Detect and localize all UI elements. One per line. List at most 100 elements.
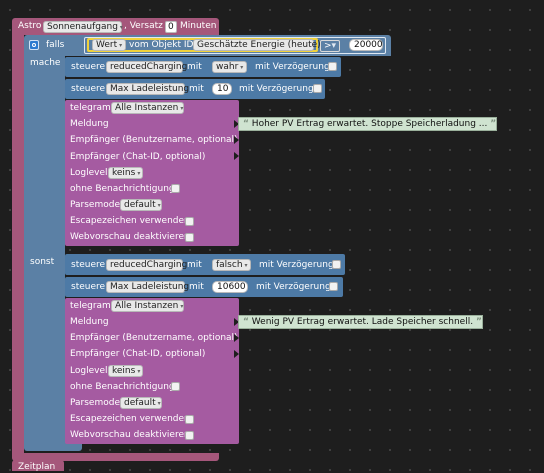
else-telegram-preview-label: Webvorschau deaktivieren	[70, 430, 190, 440]
then-control1-object[interactable]: reducedCharging	[106, 61, 187, 73]
else-control2-delay-checkbox[interactable]	[329, 282, 338, 291]
else-telegram-empfaenger-user-label: Empfänger (Benutzername, optional)	[70, 333, 238, 343]
then-telegram-parsemode-dropdown[interactable]: default ▾	[120, 199, 162, 211]
if-falls-label: falls	[46, 40, 65, 50]
else-message-text[interactable]: Wenig PV Ertrag erwartet. Lade Speicher …	[252, 317, 473, 327]
zeitplan-label: Zeitplan	[18, 462, 56, 472]
then-control1-value: wahr	[216, 62, 239, 72]
then-telegram-silent-checkbox[interactable]	[171, 184, 180, 193]
then-telegram-label: telegram	[70, 103, 111, 113]
quote-open-icon: “	[243, 119, 249, 129]
then-telegram-instances-dropdown[interactable]: Alle Instanzen ▾	[111, 102, 184, 114]
condition-object-field[interactable]: Geschätzte Energie (heute)	[193, 39, 321, 51]
else-telegram-parsemode-label: Parsemode	[70, 398, 120, 408]
then-control1-delay-label: mit Verzögerung	[255, 62, 330, 72]
if-sonst-label: sonst	[30, 257, 55, 267]
chevron-down-icon: ▾	[244, 262, 248, 269]
astro-block-left-rail	[12, 35, 24, 455]
astro-event-dropdown[interactable]: Sonnenaufgang ▾	[43, 21, 123, 33]
chevron-down-icon: ▾	[119, 24, 123, 31]
else-telegram-meldung-label: Meldung	[70, 317, 109, 327]
condition-wert-value: Wert	[96, 40, 118, 50]
then-control1-label: steuere	[71, 62, 106, 72]
quote-open-icon: “	[243, 317, 249, 327]
then-telegram-loglevel-dropdown[interactable]: keins ▾	[108, 167, 143, 179]
then-message-string-block[interactable]: “ Hoher PV Ertrag erwartet. Stoppe Speic…	[238, 117, 497, 131]
chevron-down-icon: ▾	[180, 303, 184, 310]
else-telegram-empfaenger-chat-label: Empfänger (Chat-ID, optional)	[70, 349, 206, 359]
astro-event-value: Sonnenaufgang	[47, 22, 118, 32]
then-telegram-empfaenger-chat-connector	[234, 152, 239, 160]
gear-icon[interactable]	[29, 40, 39, 50]
else-telegram-escape-checkbox[interactable]	[185, 415, 194, 424]
chevron-down-icon: ▾	[240, 64, 244, 71]
then-control2-label: steuere	[71, 84, 106, 94]
then-telegram-parsemode-value: default	[124, 200, 156, 210]
then-telegram-meldung-label: Meldung	[70, 119, 109, 129]
chevron-down-icon: ▾	[331, 41, 337, 51]
then-telegram-preview-checkbox[interactable]	[185, 233, 194, 242]
else-control1-delay-checkbox[interactable]	[332, 260, 341, 269]
else-control2-object[interactable]: Max Ladeleistung	[106, 281, 189, 293]
then-telegram-empfaenger-user-label: Empfänger (Benutzername, optional)	[70, 135, 238, 145]
else-control1-value-dropdown[interactable]: falsch ▾	[212, 259, 251, 271]
chevron-down-icon: ▾	[137, 170, 141, 177]
chevron-down-icon: ▾	[180, 105, 184, 112]
else-telegram-empfaenger-user-connector	[234, 334, 239, 342]
else-telegram-empfaenger-chat-connector	[234, 350, 239, 358]
else-telegram-preview-checkbox[interactable]	[185, 431, 194, 440]
else-telegram-silent-checkbox[interactable]	[171, 382, 180, 391]
chevron-down-icon: ▾	[137, 368, 141, 375]
astro-label: Astro	[18, 21, 42, 31]
chevron-down-icon: ▾	[157, 202, 161, 209]
then-control1-mit-label: mit	[187, 62, 202, 72]
else-control2-label: steuere	[71, 282, 106, 292]
then-telegram-silent-label: ohne Benachrichtigung	[70, 184, 175, 194]
condition-value-input[interactable]: 20000	[349, 39, 383, 51]
else-control2-mit-label: mit	[189, 282, 204, 292]
then-telegram-preview-label: Webvorschau deaktivieren	[70, 232, 190, 242]
else-telegram-instances-value: Alle Instanzen	[115, 301, 179, 311]
then-telegram-instances-value: Alle Instanzen	[115, 103, 179, 113]
astro-offset-input[interactable]: 0	[165, 21, 177, 33]
astro-offset-label: , Versatz	[124, 21, 163, 31]
else-control1-delay-label: mit Verzögerung	[259, 260, 334, 270]
condition-operator-value: >	[324, 41, 332, 51]
quote-close-icon: ”	[475, 317, 482, 327]
else-telegram-parsemode-value: default	[124, 398, 156, 408]
else-control2-value-input[interactable]: 10600	[212, 281, 248, 293]
astro-unit-label: Minuten	[180, 21, 217, 31]
else-telegram-loglevel-dropdown[interactable]: keins ▾	[108, 365, 143, 377]
then-control2-delay-checkbox[interactable]	[313, 84, 322, 93]
then-telegram-escape-checkbox[interactable]	[185, 217, 194, 226]
then-control2-value-input[interactable]: 10	[212, 83, 232, 95]
then-message-text[interactable]: Hoher PV Ertrag erwartet. Stoppe Speiche…	[252, 119, 488, 129]
then-control1-value-dropdown[interactable]: wahr ▾	[212, 61, 247, 73]
else-telegram-loglevel-value: keins	[112, 366, 136, 376]
then-telegram-empfaenger-chat-label: Empfänger (Chat-ID, optional)	[70, 152, 206, 162]
then-telegram-empfaenger-user-connector	[234, 136, 239, 144]
else-message-string-block[interactable]: “ Wenig PV Ertrag erwartet. Lade Speiche…	[238, 315, 483, 329]
then-control1-delay-checkbox[interactable]	[328, 62, 337, 71]
then-control2-mit-label: mit	[189, 84, 204, 94]
else-telegram-parsemode-dropdown[interactable]: default ▾	[120, 397, 162, 409]
else-telegram-silent-label: ohne Benachrichtigung	[70, 382, 175, 392]
then-telegram-loglevel-label: Loglevel	[70, 168, 108, 178]
condition-operator-dropdown[interactable]: >▾	[320, 40, 340, 52]
condition-wert-dropdown[interactable]: Wert ▾	[92, 39, 126, 51]
else-control1-label: steuere	[71, 260, 106, 270]
else-control1-mit-label: mit	[187, 260, 202, 270]
if-block-rail	[24, 56, 65, 444]
then-telegram-escape-label: Escapezeichen verwenden	[70, 216, 190, 226]
else-telegram-label: telegram	[70, 301, 111, 311]
else-telegram-loglevel-label: Loglevel	[70, 366, 108, 376]
then-control2-delay-label: mit Verzögerung	[239, 84, 314, 94]
then-control2-object[interactable]: Max Ladeleistung	[106, 83, 189, 95]
else-telegram-escape-label: Escapezeichen verwenden	[70, 414, 190, 424]
else-telegram-instances-dropdown[interactable]: Alle Instanzen ▾	[111, 300, 184, 312]
quote-close-icon: ”	[490, 119, 497, 129]
else-control1-object[interactable]: reducedCharging	[106, 259, 187, 271]
else-control1-value: falsch	[216, 260, 243, 270]
chevron-down-icon: ▾	[119, 42, 123, 49]
then-telegram-loglevel-value: keins	[112, 168, 136, 178]
